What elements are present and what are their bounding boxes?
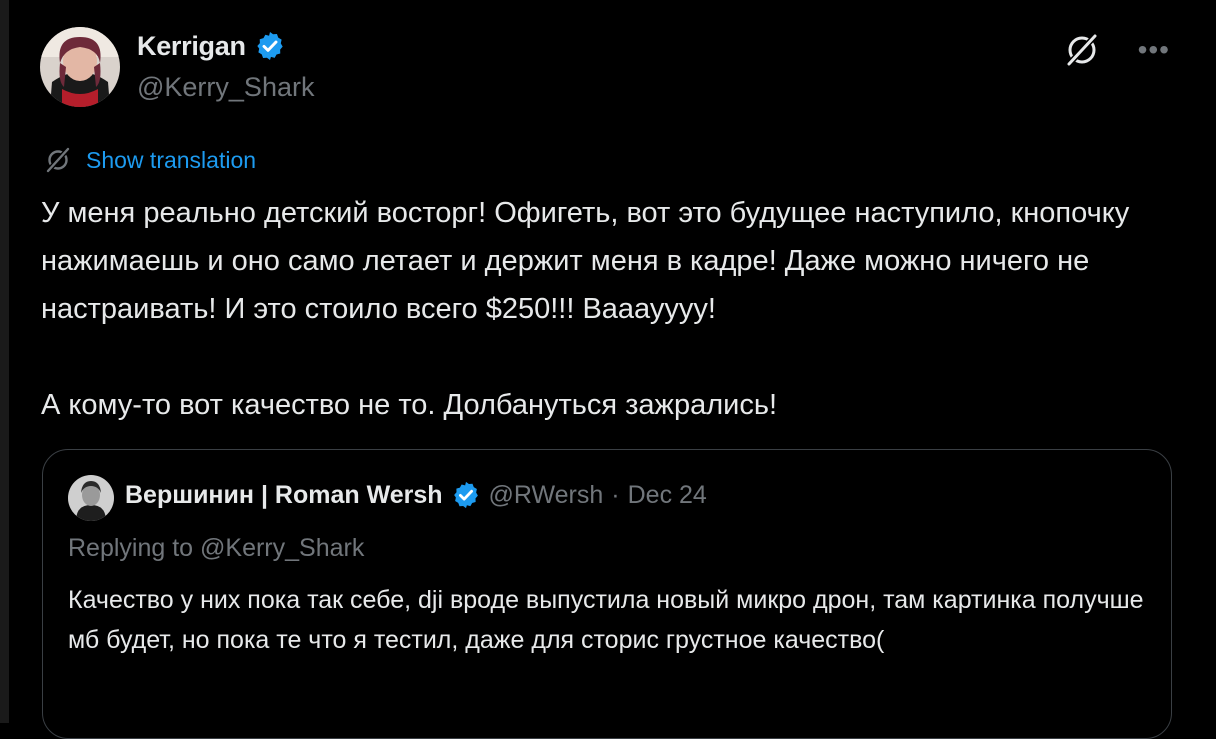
show-translation-link[interactable]: Show translation (86, 147, 256, 174)
verified-badge-icon (256, 32, 283, 60)
quoted-author-name[interactable]: Вершинин | Roman Wersh (125, 481, 443, 510)
verified-badge-icon (453, 481, 478, 509)
author-name[interactable]: Kerrigan (137, 31, 246, 62)
quoted-author-handle[interactable]: @RWersh (489, 481, 604, 510)
quoted-header: Вершинин | Roman Wersh @RWersh · Dec 24 (125, 480, 707, 510)
window-edge (0, 0, 9, 723)
quoted-tweet[interactable]: Вершинин | Roman Wersh @RWersh · Dec 24 … (42, 449, 1172, 739)
separator-dot: · (611, 480, 620, 509)
tweet-text: У меня реально детский восторг! Офигеть,… (41, 197, 1130, 421)
more-icon[interactable]: ••• (1138, 36, 1170, 64)
quoted-text: Качество у них пока так себе, dji вроде … (68, 586, 1144, 654)
tweet-actions-top: ••• (1062, 30, 1170, 70)
replying-to: Replying to @Kerry_Shark (68, 534, 365, 562)
translation-row[interactable]: Show translation (44, 146, 256, 174)
translate-icon (46, 147, 70, 173)
author-avatar[interactable] (40, 27, 120, 107)
quoted-date[interactable]: Dec 24 (628, 481, 707, 510)
author-name-row[interactable]: Kerrigan (137, 30, 286, 62)
author-handle[interactable]: @Kerry_Shark (137, 72, 314, 103)
grok-translate-icon[interactable] (1062, 30, 1102, 70)
quoted-author-avatar[interactable] (68, 475, 114, 521)
